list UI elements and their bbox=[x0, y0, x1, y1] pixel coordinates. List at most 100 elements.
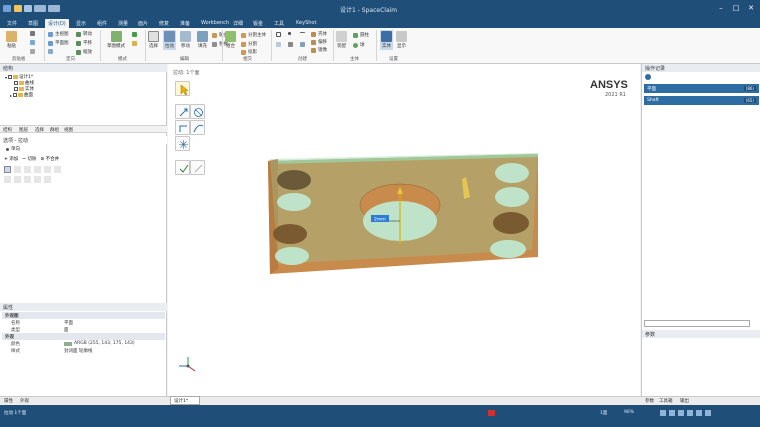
revolve-tool[interactable] bbox=[175, 120, 190, 135]
move-button[interactable]: 移动 bbox=[180, 31, 191, 49]
tab-sketch[interactable]: 草图 bbox=[25, 19, 41, 28]
select-mode-icon[interactable] bbox=[4, 166, 11, 173]
cancel-tool[interactable] bbox=[190, 160, 205, 175]
pull-direction-tool[interactable] bbox=[175, 104, 190, 119]
design-canvas[interactable]: 拉动: 1个面 ANSYS 2021 R1 2mm bbox=[168, 64, 640, 396]
error-icon[interactable] bbox=[488, 410, 495, 416]
tab-structure[interactable]: 结构 bbox=[3, 127, 12, 133]
split-button[interactable]: 分割 bbox=[241, 41, 257, 47]
hole-left-back[interactable] bbox=[277, 170, 311, 190]
origin-tool[interactable] bbox=[300, 42, 307, 47]
tab-assembly[interactable]: 组件 bbox=[94, 19, 110, 28]
history-item-shaft[interactable]: Shaft (65) bbox=[644, 96, 759, 105]
visibility-checkbox[interactable] bbox=[14, 81, 18, 85]
display-mode-icon[interactable] bbox=[687, 410, 693, 416]
full-pull-tool[interactable] bbox=[175, 136, 190, 151]
cylinder-button[interactable]: 圆柱 bbox=[353, 32, 369, 38]
document-tab[interactable]: 设计1* bbox=[170, 396, 200, 405]
hole-right-top[interactable] bbox=[495, 187, 529, 207]
copy-button[interactable] bbox=[30, 40, 37, 45]
point-tool[interactable] bbox=[288, 32, 293, 35]
tab-views[interactable]: 视图 bbox=[64, 127, 73, 133]
offset-button[interactable]: 偏移 bbox=[311, 39, 327, 45]
visibility-checkbox[interactable] bbox=[13, 93, 18, 97]
sweep-icon[interactable] bbox=[24, 176, 31, 183]
tab-keyshot[interactable]: KeyShot bbox=[293, 19, 319, 28]
sketch-mode-button[interactable]: 草图模式 bbox=[107, 31, 125, 49]
tab-toolbox[interactable]: 工具箱 bbox=[659, 398, 673, 404]
option-add[interactable]: + 添加 bbox=[4, 156, 18, 162]
ruler-icon[interactable] bbox=[44, 166, 51, 173]
combine-button[interactable]: 组合 bbox=[225, 31, 236, 49]
assembly-button[interactable]: 装配 bbox=[336, 31, 347, 49]
tab-layers[interactable]: 图层 bbox=[19, 127, 28, 133]
3d-mode-button[interactable] bbox=[132, 41, 139, 46]
tab-sheetmetal[interactable]: 钣金 bbox=[250, 19, 266, 28]
zoom-button[interactable]: 缩放 bbox=[76, 49, 92, 55]
paste-button[interactable]: 粘贴 bbox=[6, 31, 17, 49]
maximize-icon[interactable]: □ bbox=[731, 4, 741, 12]
tab-facets[interactable]: 面片 bbox=[135, 19, 151, 28]
sweep-tool[interactable] bbox=[190, 120, 205, 135]
lighting-icon[interactable] bbox=[696, 410, 702, 416]
hole-right-back[interactable] bbox=[495, 163, 529, 183]
home-view-button[interactable]: 主视图 bbox=[48, 31, 69, 37]
split-body-button[interactable]: 分割主体 bbox=[241, 32, 266, 38]
hole-left-front[interactable] bbox=[275, 247, 309, 265]
hole-right-front[interactable] bbox=[490, 240, 526, 258]
select-tool[interactable] bbox=[175, 81, 190, 96]
spin-button[interactable]: 转动 bbox=[76, 31, 92, 37]
close-icon[interactable]: ✕ bbox=[746, 4, 756, 12]
view-options-button[interactable] bbox=[48, 49, 55, 54]
cut-button[interactable] bbox=[30, 31, 37, 36]
tab-repair[interactable]: 修复 bbox=[156, 19, 172, 28]
dimension-value[interactable]: 2mm bbox=[374, 217, 386, 223]
plan-view-button[interactable]: 平面图 bbox=[48, 40, 69, 46]
display-button[interactable]: 显示 bbox=[396, 31, 407, 49]
rotate-icon[interactable] bbox=[4, 176, 11, 183]
visibility-checkbox[interactable] bbox=[8, 75, 13, 79]
help-icon[interactable] bbox=[645, 74, 651, 80]
expand-icon[interactable]: ▸ bbox=[10, 93, 12, 98]
app-logo-icon[interactable] bbox=[3, 5, 11, 12]
draft-icon[interactable] bbox=[34, 176, 41, 183]
fill-button[interactable]: 填充 bbox=[197, 31, 208, 49]
hole-right-mid[interactable] bbox=[493, 212, 529, 234]
format-button[interactable] bbox=[30, 49, 37, 54]
sphere-button[interactable]: 球 bbox=[353, 42, 365, 48]
axis-tool[interactable] bbox=[288, 42, 295, 47]
solid-button[interactable]: 实体 bbox=[380, 30, 393, 50]
section-mode-button[interactable] bbox=[132, 32, 139, 37]
props-section-appearance-map[interactable]: 外观图 bbox=[2, 312, 165, 319]
complete-tool[interactable] bbox=[175, 160, 190, 175]
tab-measure[interactable]: 测量 bbox=[115, 19, 131, 28]
hole-left-top[interactable] bbox=[277, 193, 311, 211]
history-item-plane[interactable]: 平面 (86) bbox=[644, 84, 759, 93]
visibility-checkbox[interactable] bbox=[14, 87, 18, 91]
measure-icon[interactable] bbox=[14, 166, 21, 173]
shell-button[interactable]: 壳体 bbox=[311, 31, 327, 37]
tab-file[interactable]: 文件 bbox=[4, 19, 20, 28]
select-filter-icon[interactable] bbox=[660, 410, 666, 416]
mirror-button[interactable]: 镜像 bbox=[311, 47, 327, 53]
tab-selection[interactable]: 选择 bbox=[35, 127, 44, 133]
edit-icon[interactable] bbox=[24, 166, 31, 173]
view-cube-icon[interactable] bbox=[678, 410, 684, 416]
pan-button[interactable]: 平移 bbox=[76, 40, 92, 46]
tab-groups[interactable]: 群组 bbox=[50, 127, 59, 133]
tree-item-surfaces[interactable]: ▸ 曲面 bbox=[10, 92, 33, 99]
tab-appearance[interactable]: 外观 bbox=[20, 398, 29, 404]
tab-design[interactable]: 设计(D) bbox=[45, 19, 69, 28]
undo-icon[interactable] bbox=[34, 5, 46, 12]
blend-option-icon[interactable] bbox=[44, 176, 51, 183]
hole-left-mid[interactable] bbox=[273, 224, 307, 244]
part-viewport[interactable]: 2mm bbox=[258, 149, 548, 279]
tab-output[interactable]: 输出 bbox=[680, 398, 689, 404]
minimize-icon[interactable]: – bbox=[716, 4, 726, 12]
props-section-appearance[interactable]: 外观 bbox=[2, 333, 165, 340]
pull-button[interactable]: 拉动 bbox=[163, 30, 176, 50]
tab-parameters[interactable]: 参数 bbox=[645, 398, 654, 404]
snap-icon[interactable] bbox=[669, 410, 675, 416]
tab-prepare[interactable]: 准备 bbox=[177, 19, 193, 28]
option-no-merge[interactable]: ⊘ 不合并 bbox=[40, 156, 59, 162]
